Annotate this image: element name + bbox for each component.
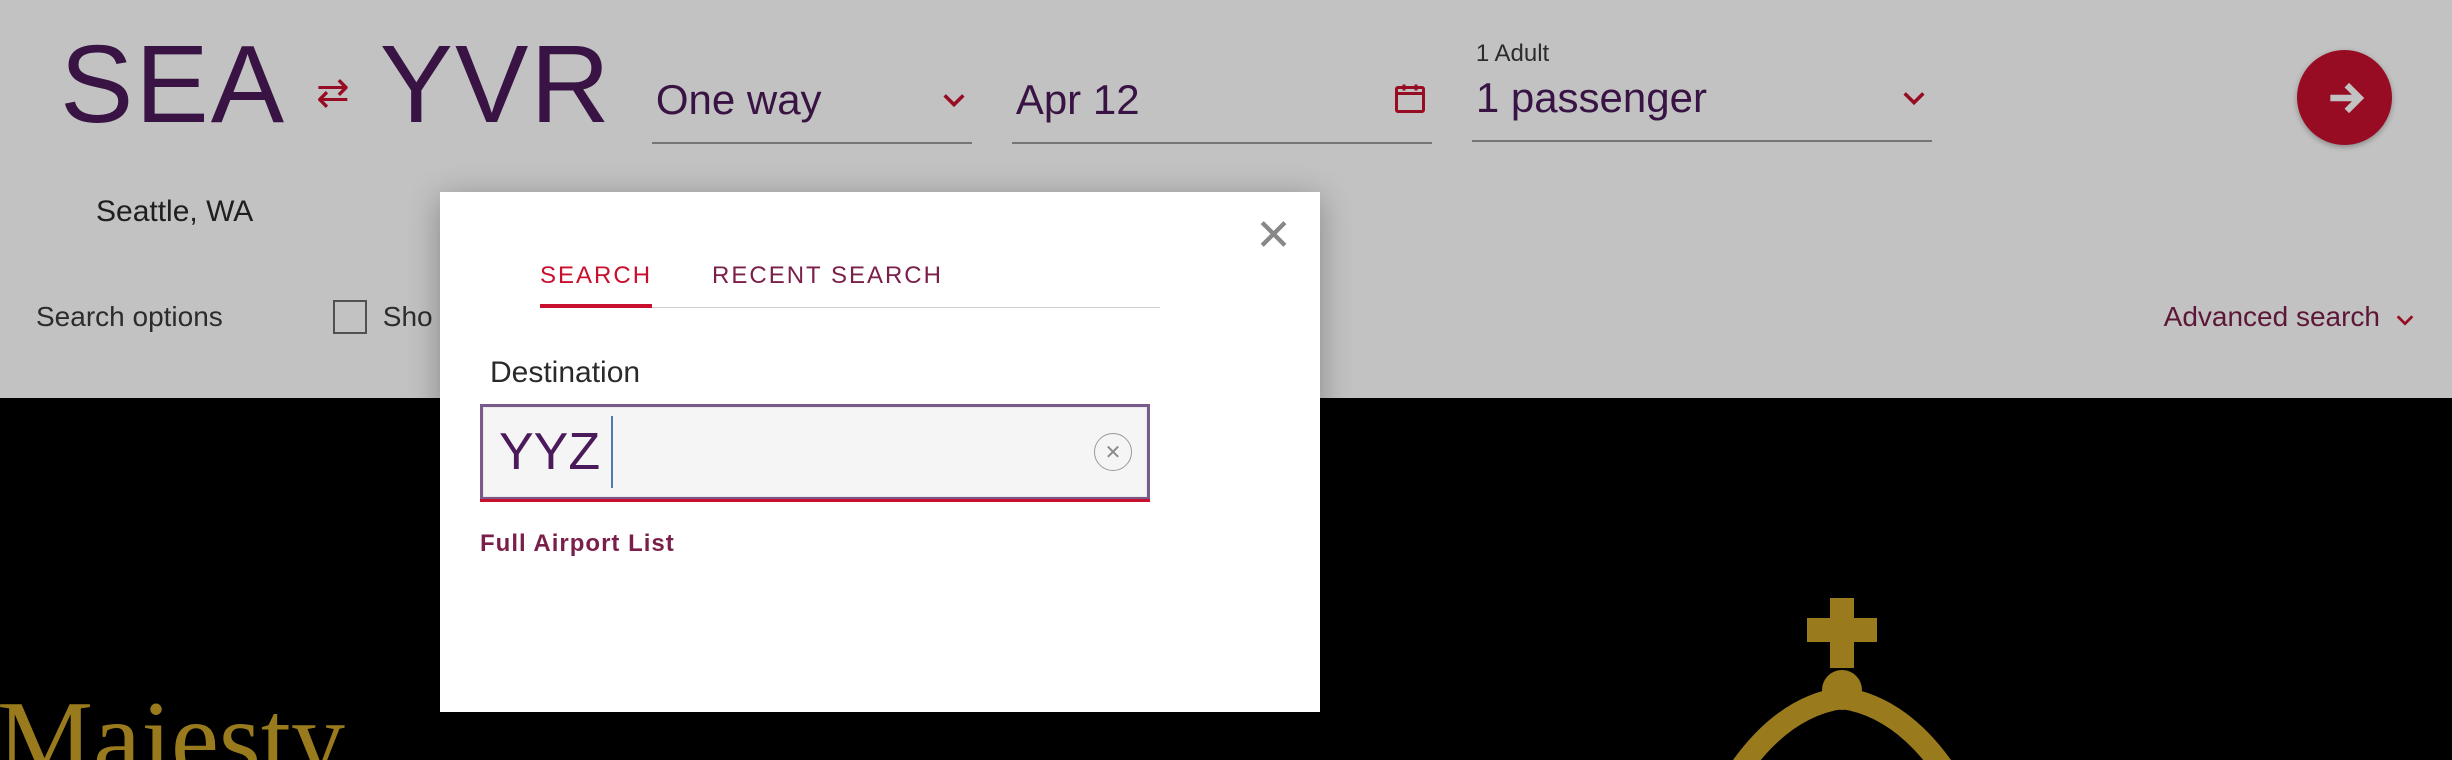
calendar-icon <box>1392 80 1428 121</box>
hero-text: Majesty <box>0 678 345 760</box>
popup-tabs: SEARCH RECENT SEARCH <box>540 262 1160 308</box>
passengers-summary-top: 1 Adult <box>1472 40 1932 68</box>
to-airport-code[interactable]: YVR <box>380 30 612 140</box>
destination-popup: ✕ SEARCH RECENT SEARCH Destination ✕ Ful… <box>440 192 1320 712</box>
search-submit-button[interactable] <box>2297 50 2392 145</box>
destination-input[interactable] <box>480 404 1150 500</box>
text-cursor <box>611 416 613 488</box>
full-airport-list-link[interactable]: Full Airport List <box>480 530 1280 558</box>
close-icon[interactable]: ✕ <box>1255 214 1292 258</box>
destination-label: Destination <box>490 356 1280 390</box>
from-to-group: SEA ⇄ YVR <box>60 30 612 140</box>
destination-input-wrap: ✕ <box>480 404 1150 500</box>
tab-recent-search[interactable]: RECENT SEARCH <box>712 262 943 307</box>
chevron-down-icon <box>2394 306 2416 328</box>
from-airport-code[interactable]: SEA <box>60 30 286 140</box>
trip-type-select[interactable]: One way <box>652 58 972 144</box>
show-checkbox-label-partial: Sho <box>383 301 433 333</box>
chevron-down-icon <box>1900 84 1928 112</box>
swap-icon[interactable]: ⇄ <box>316 70 350 116</box>
crown-icon <box>1702 598 1982 760</box>
advanced-search-link[interactable]: Advanced search <box>2164 301 2416 333</box>
trip-type-value: One way <box>656 76 822 124</box>
show-checkbox[interactable] <box>333 300 367 334</box>
search-options-label: Search options <box>36 301 223 333</box>
advanced-search-label: Advanced search <box>2164 301 2380 333</box>
input-underline <box>480 499 1150 502</box>
passengers-summary: 1 passenger <box>1476 74 1707 122</box>
tab-search[interactable]: SEARCH <box>540 262 652 308</box>
date-select[interactable]: Apr 12 <box>1012 58 1432 144</box>
clear-input-button[interactable]: ✕ <box>1094 433 1132 471</box>
from-city-label: Seattle, WA <box>96 195 253 229</box>
passengers-select[interactable]: 1 Adult 1 passenger <box>1472 40 1932 142</box>
chevron-down-icon <box>940 86 968 114</box>
search-row: SEA ⇄ YVR One way Apr 12 1 Adult 1 passe… <box>60 30 2392 145</box>
date-value: Apr 12 <box>1016 76 1140 124</box>
